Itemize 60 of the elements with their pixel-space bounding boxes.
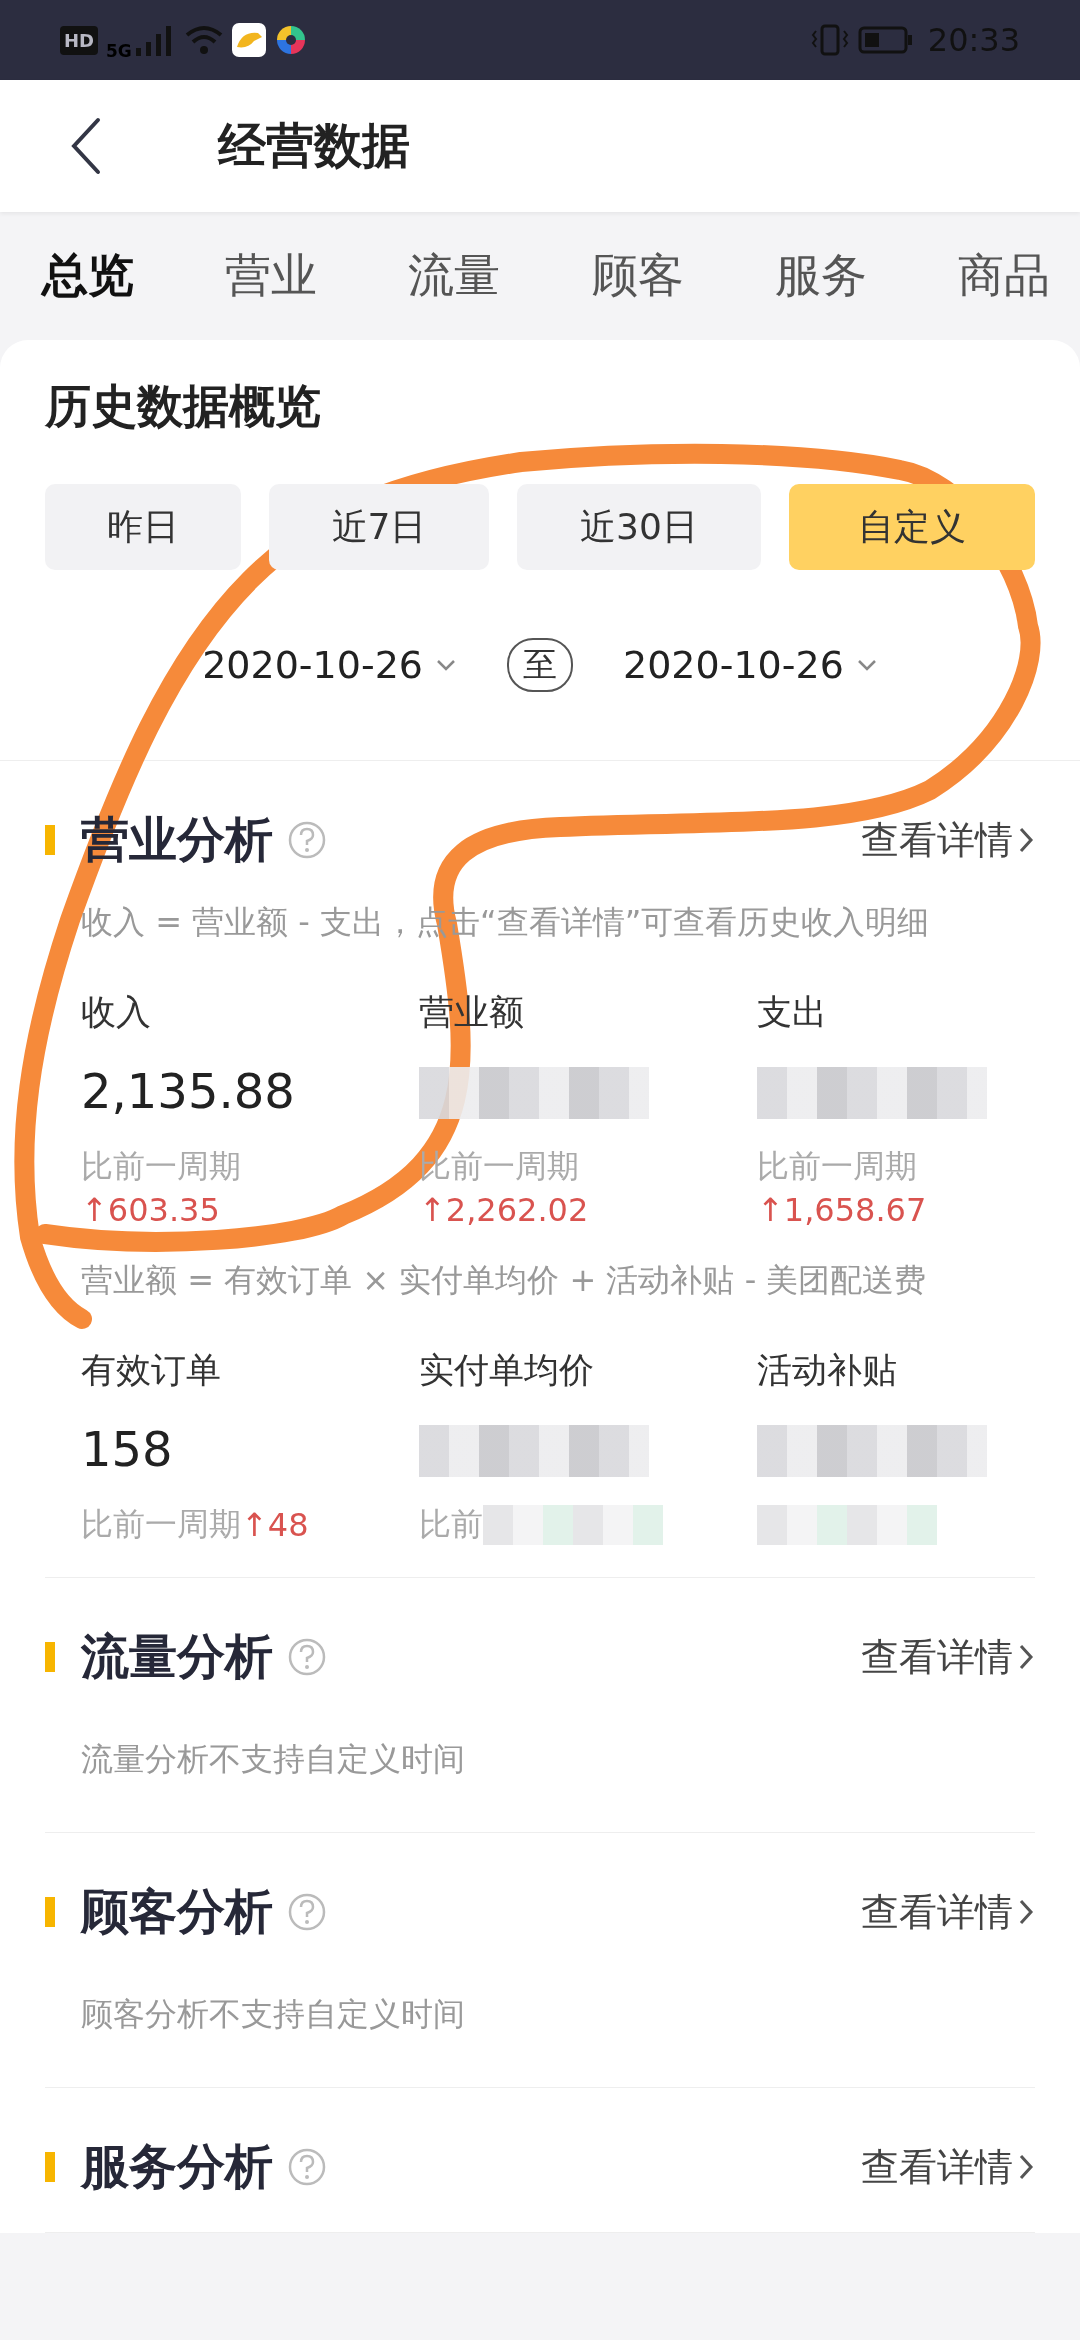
accent-bar (45, 2152, 55, 2182)
chevron-down-icon (435, 658, 457, 672)
hd-badge: HD (60, 25, 98, 55)
network-label: 5G (106, 41, 132, 61)
tab[interactable]: 流量 (408, 245, 501, 307)
hint-text: 流量分析不支持自定义时间 (81, 1739, 466, 1780)
help-icon[interactable] (287, 820, 327, 860)
formula-text: 营业额 = 有效订单 × 实付单均价 + 活动补贴 - 美团配送费 (81, 1260, 928, 1301)
help-icon[interactable] (287, 2147, 327, 2187)
compare-label: 比前一周期 (81, 1504, 241, 1545)
details-link[interactable]: 查看详情 (861, 2141, 1035, 2193)
section-title: 历史数据概览 (45, 378, 322, 435)
section-title: 服务分析 (81, 2137, 273, 2196)
chevron-right-icon (1017, 1642, 1035, 1672)
metric-label: 收入 (81, 991, 151, 1033)
range-button[interactable]: 近7日 (269, 484, 489, 570)
chevron-right-icon (1017, 2152, 1035, 2182)
section-title: 顾客分析 (81, 1882, 273, 1941)
separator-label: 至 (507, 638, 573, 692)
compare-label: 比前一周期 (757, 1146, 917, 1187)
vibrate-icon (809, 23, 850, 57)
metric-value: 158 (81, 1421, 173, 1479)
compare-label: 比前 (419, 1504, 483, 1545)
delta-value: ↑48 (241, 1506, 309, 1544)
details-link[interactable]: 查看详情 (861, 814, 1035, 866)
chevron-down-icon (855, 658, 878, 672)
metric-label: 有效订单 (81, 1349, 221, 1391)
accent-bar (45, 1897, 55, 1927)
compare-label: 比前一周期 (81, 1146, 241, 1187)
metric-label: 活动补贴 (757, 1349, 897, 1391)
delta-value: ↑603.35 (81, 1191, 220, 1229)
battery-icon (857, 25, 914, 55)
details-link[interactable]: 查看详情 (861, 1886, 1035, 1938)
tab[interactable]: 营业 (225, 245, 318, 307)
delta-value: ↑1,658.67 (757, 1191, 927, 1229)
date-picker[interactable]: 2020-10-26 (202, 643, 457, 687)
chevron-right-icon (1017, 825, 1035, 855)
help-icon[interactable] (287, 1892, 327, 1932)
range-button[interactable]: 自定义 (789, 484, 1035, 570)
app-icon (231, 23, 266, 57)
accent-bar (45, 825, 55, 855)
accent-bar (45, 1642, 55, 1672)
wifi-icon (183, 23, 224, 57)
hint-text: 顾客分析不支持自定义时间 (81, 1994, 466, 2035)
chevron-right-icon (1017, 1897, 1035, 1927)
page-title: 经营数据 (218, 116, 410, 175)
metric-label: 实付单均价 (419, 1349, 594, 1391)
metric-label: 支出 (757, 991, 827, 1033)
delta-value: ↑2,262.02 (419, 1191, 589, 1229)
date-picker[interactable]: 2020-10-26 (623, 643, 878, 687)
metric-value: 2,135.88 (81, 1063, 295, 1121)
tab[interactable]: 总览 (42, 245, 134, 307)
tab[interactable]: 商品 (957, 245, 1050, 307)
range-button[interactable]: 近30日 (517, 484, 761, 570)
range-button[interactable]: 昨日 (45, 484, 241, 570)
section-title: 流量分析 (81, 1627, 273, 1686)
tab[interactable]: 顾客 (591, 245, 684, 307)
help-icon[interactable] (287, 1637, 327, 1677)
tab[interactable]: 服务 (774, 245, 867, 307)
details-link[interactable]: 查看详情 (861, 1631, 1035, 1683)
